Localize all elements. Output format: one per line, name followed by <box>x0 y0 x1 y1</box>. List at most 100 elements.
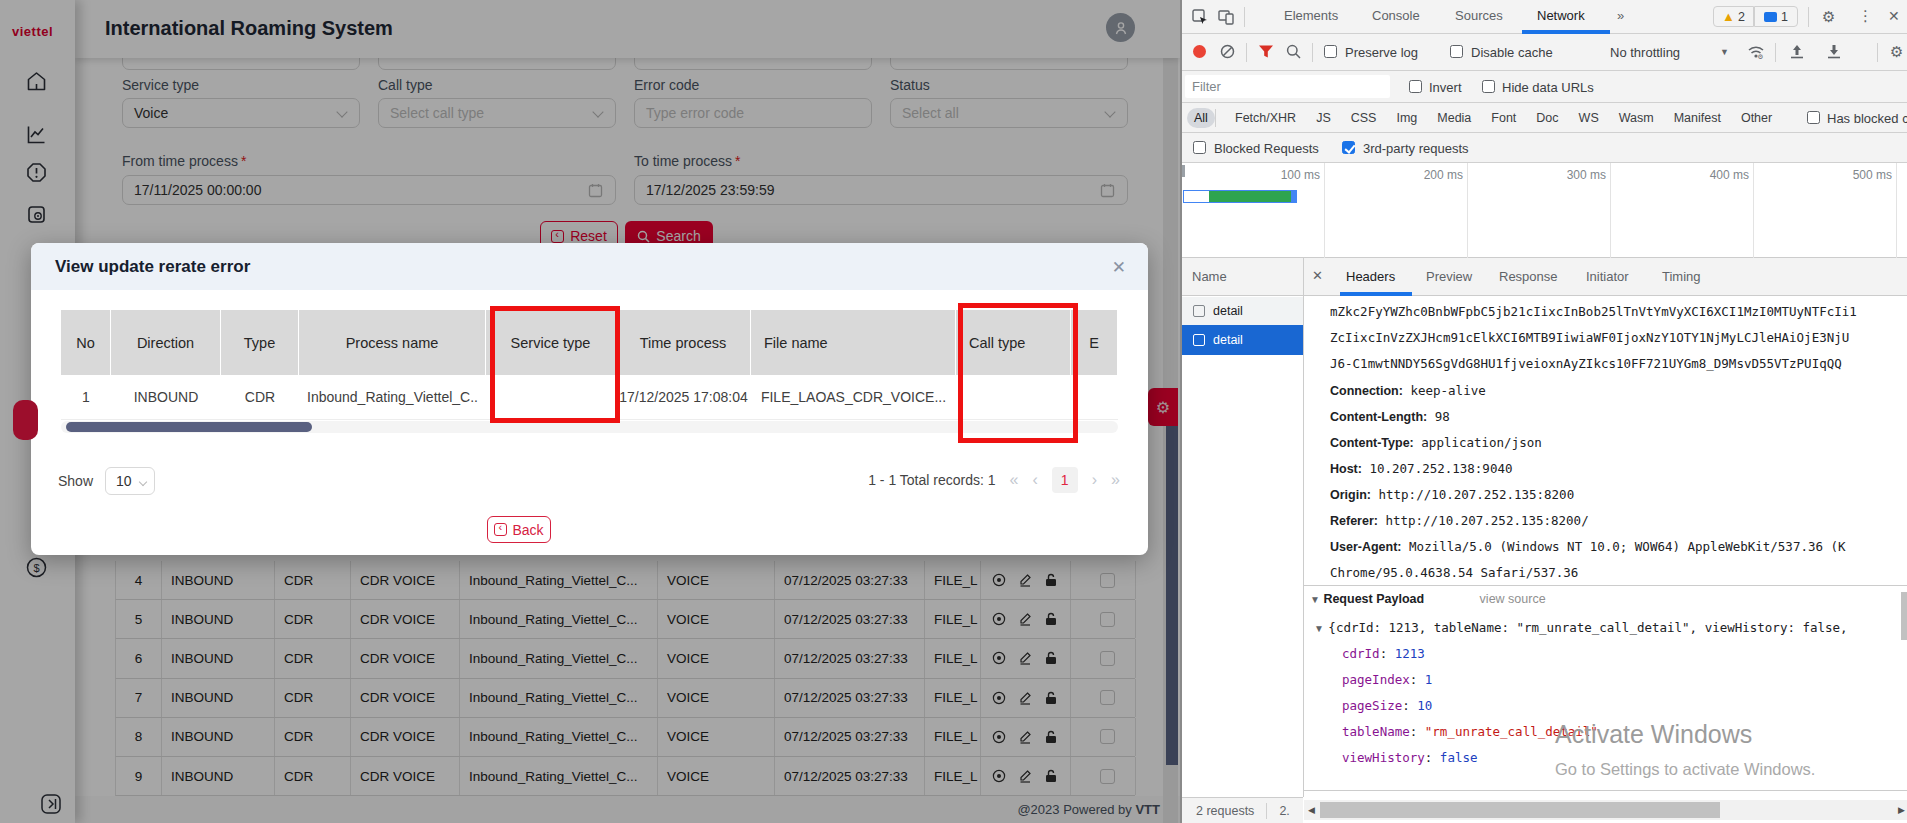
devtools-close-icon[interactable]: ✕ <box>1888 8 1900 24</box>
header-line: Content-Length: 98 <box>1330 407 1450 425</box>
payload-entries: cdrId: 1213 pageIndex: 1 pageSize: 10 ta… <box>1342 644 1598 774</box>
third-party-checkbox[interactable] <box>1342 141 1355 154</box>
back-button[interactable]: Back <box>487 516 551 543</box>
network-settings-icon[interactable]: ⚙ <box>1890 43 1903 61</box>
current-page[interactable]: 1 <box>1052 467 1078 493</box>
first-page-button[interactable]: « <box>1010 471 1019 489</box>
prev-page-button[interactable]: ‹ <box>1032 471 1037 489</box>
preserve-log-checkbox[interactable] <box>1324 45 1337 58</box>
disable-cache-checkbox[interactable] <box>1450 45 1463 58</box>
modal-close-icon[interactable]: ✕ <box>1112 257 1126 278</box>
has-blocked-cookies-label: Has blocked cookies <box>1827 111 1907 126</box>
requests-table-header: Name ✕ Headers Preview Response Initiato… <box>1182 258 1907 296</box>
resource-chip[interactable]: Doc <box>1526 111 1568 125</box>
detail-hscrollbar[interactable]: ◀ ▶ <box>1304 800 1907 820</box>
detail-scrollbar-thumb[interactable] <box>1901 592 1907 640</box>
sidebar-active-item[interactable] <box>13 400 38 440</box>
tab-elements[interactable]: Elements <box>1284 8 1338 23</box>
tab-initiator[interactable]: Initiator <box>1586 269 1629 284</box>
throttling-select[interactable]: No throttling <box>1610 45 1680 60</box>
resource-chip[interactable]: JS <box>1306 111 1341 125</box>
resource-chip[interactable]: Media <box>1427 111 1481 125</box>
scroll-left-arrow[interactable]: ◀ <box>1308 805 1315 815</box>
invert-label: Invert <box>1429 80 1462 95</box>
hide-data-urls-checkbox[interactable] <box>1482 80 1495 93</box>
request-checkbox[interactable] <box>1193 334 1205 346</box>
payload-summary-line[interactable]: ▼ {cdrId: 1213, tableName: "rm_unrate_ca… <box>1314 618 1848 636</box>
devtools-tabbar: Elements Console Sources Network » ▲2 1 … <box>1182 0 1907 34</box>
timeline-request-bar[interactable] <box>1183 190 1297 203</box>
network-overview[interactable]: 100 ms200 ms300 ms400 ms500 ms <box>1182 163 1907 258</box>
pane-divider[interactable] <box>1303 258 1304 797</box>
section-divider <box>1304 585 1907 586</box>
separator <box>1775 43 1776 62</box>
tab-network[interactable]: Network <box>1537 8 1585 23</box>
more-tabs-icon[interactable]: » <box>1617 8 1624 23</box>
device-toolbar-icon[interactable] <box>1218 9 1234 25</box>
header-line: User-Agent: Mozilla/5.0 (Windows NT 10.0… <box>1330 537 1846 555</box>
kebab-menu-icon[interactable]: ⋮ <box>1858 7 1873 25</box>
has-blocked-cookies-checkbox[interactable] <box>1807 111 1820 124</box>
header-line: Host: 10.207.252.138:9040 <box>1330 459 1512 477</box>
chevron-down-icon <box>139 478 147 486</box>
detail-pane-close-icon[interactable]: ✕ <box>1312 268 1323 283</box>
resource-chip[interactable]: Img <box>1386 111 1427 125</box>
page-size-select[interactable]: 10 <box>105 467 155 495</box>
request-row[interactable]: detail <box>1182 297 1303 325</box>
view-source-link[interactable]: view source <box>1480 592 1546 606</box>
disclosure-triangle-icon[interactable]: ▼ <box>1310 594 1320 605</box>
export-har-icon[interactable] <box>1827 44 1841 59</box>
resource-chip[interactable]: CSS <box>1341 111 1387 125</box>
network-conditions-icon[interactable]: ⚙ <box>1747 44 1765 60</box>
header-line: Referer: http://10.207.252.135:8200/ <box>1330 511 1589 529</box>
throttling-dropdown-arrow[interactable]: ▼ <box>1720 47 1729 57</box>
resource-chip[interactable]: WS <box>1569 111 1609 125</box>
inspect-icon[interactable] <box>1192 9 1208 25</box>
blocked-requests-checkbox[interactable] <box>1193 141 1206 154</box>
request-payload-section[interactable]: ▼ Request Payload view source <box>1310 592 1546 606</box>
tab-response[interactable]: Response <box>1499 269 1558 284</box>
filter-input[interactable]: Filter <box>1185 75 1390 98</box>
tab-console[interactable]: Console <box>1372 8 1420 23</box>
invert-checkbox[interactable] <box>1409 80 1422 93</box>
detail-hscrollbar-thumb[interactable] <box>1320 802 1720 818</box>
request-checkbox[interactable] <box>1193 305 1205 317</box>
resource-chip[interactable]: Wasm <box>1609 111 1664 125</box>
modal-hscrollbar-thumb[interactable] <box>66 422 312 432</box>
devtools-settings-icon[interactable]: ⚙ <box>1822 8 1835 26</box>
record-icon[interactable] <box>1192 44 1207 59</box>
resource-chip[interactable]: Font <box>1481 111 1526 125</box>
resource-chips-row: All Fetch/XHRJSCSSImgMediaFontDocWSWasmM… <box>1182 103 1907 133</box>
col-file-name: File name <box>751 310 956 375</box>
next-page-button[interactable]: › <box>1092 471 1097 489</box>
separator <box>1244 7 1245 27</box>
scroll-right-arrow[interactable]: ▶ <box>1898 805 1905 815</box>
activate-windows-watermark: Activate Windows <box>1555 720 1752 749</box>
transferred-size: 2. <box>1279 804 1289 818</box>
filter-icon[interactable] <box>1258 44 1274 59</box>
chip-all[interactable]: All <box>1187 108 1215 128</box>
tab-timing[interactable]: Timing <box>1662 269 1701 284</box>
resource-chip[interactable]: Other <box>1731 111 1782 125</box>
disclosure-triangle-icon: ▼ <box>1314 623 1324 634</box>
last-page-button[interactable]: » <box>1111 471 1120 489</box>
timeline-label: 100 ms <box>1182 163 1325 258</box>
tab-sources[interactable]: Sources <box>1455 8 1503 23</box>
tab-headers[interactable]: Headers <box>1346 269 1395 284</box>
network-search-icon[interactable] <box>1286 44 1301 59</box>
show-label: Show <box>58 473 93 489</box>
import-har-icon[interactable] <box>1790 44 1804 59</box>
name-column-header[interactable]: Name <box>1192 269 1227 284</box>
request-row-selected[interactable]: detail <box>1182 325 1303 355</box>
header-line: Origin: http://10.207.252.135:8200 <box>1330 485 1574 503</box>
messages-badge[interactable]: 1 <box>1754 6 1798 27</box>
request-filters-row: Blocked Requests 3rd-party requests <box>1182 133 1907 163</box>
clear-icon[interactable] <box>1220 44 1235 59</box>
separator <box>1266 803 1267 819</box>
resource-chip[interactable]: Fetch/XHR <box>1225 111 1306 125</box>
resource-chip[interactable]: Manifest <box>1664 111 1731 125</box>
preserve-log-label: Preserve log <box>1345 45 1418 60</box>
tab-preview[interactable]: Preview <box>1426 269 1472 284</box>
active-detail-tab-underline <box>1340 292 1412 296</box>
warnings-badge[interactable]: ▲2 <box>1713 6 1754 27</box>
